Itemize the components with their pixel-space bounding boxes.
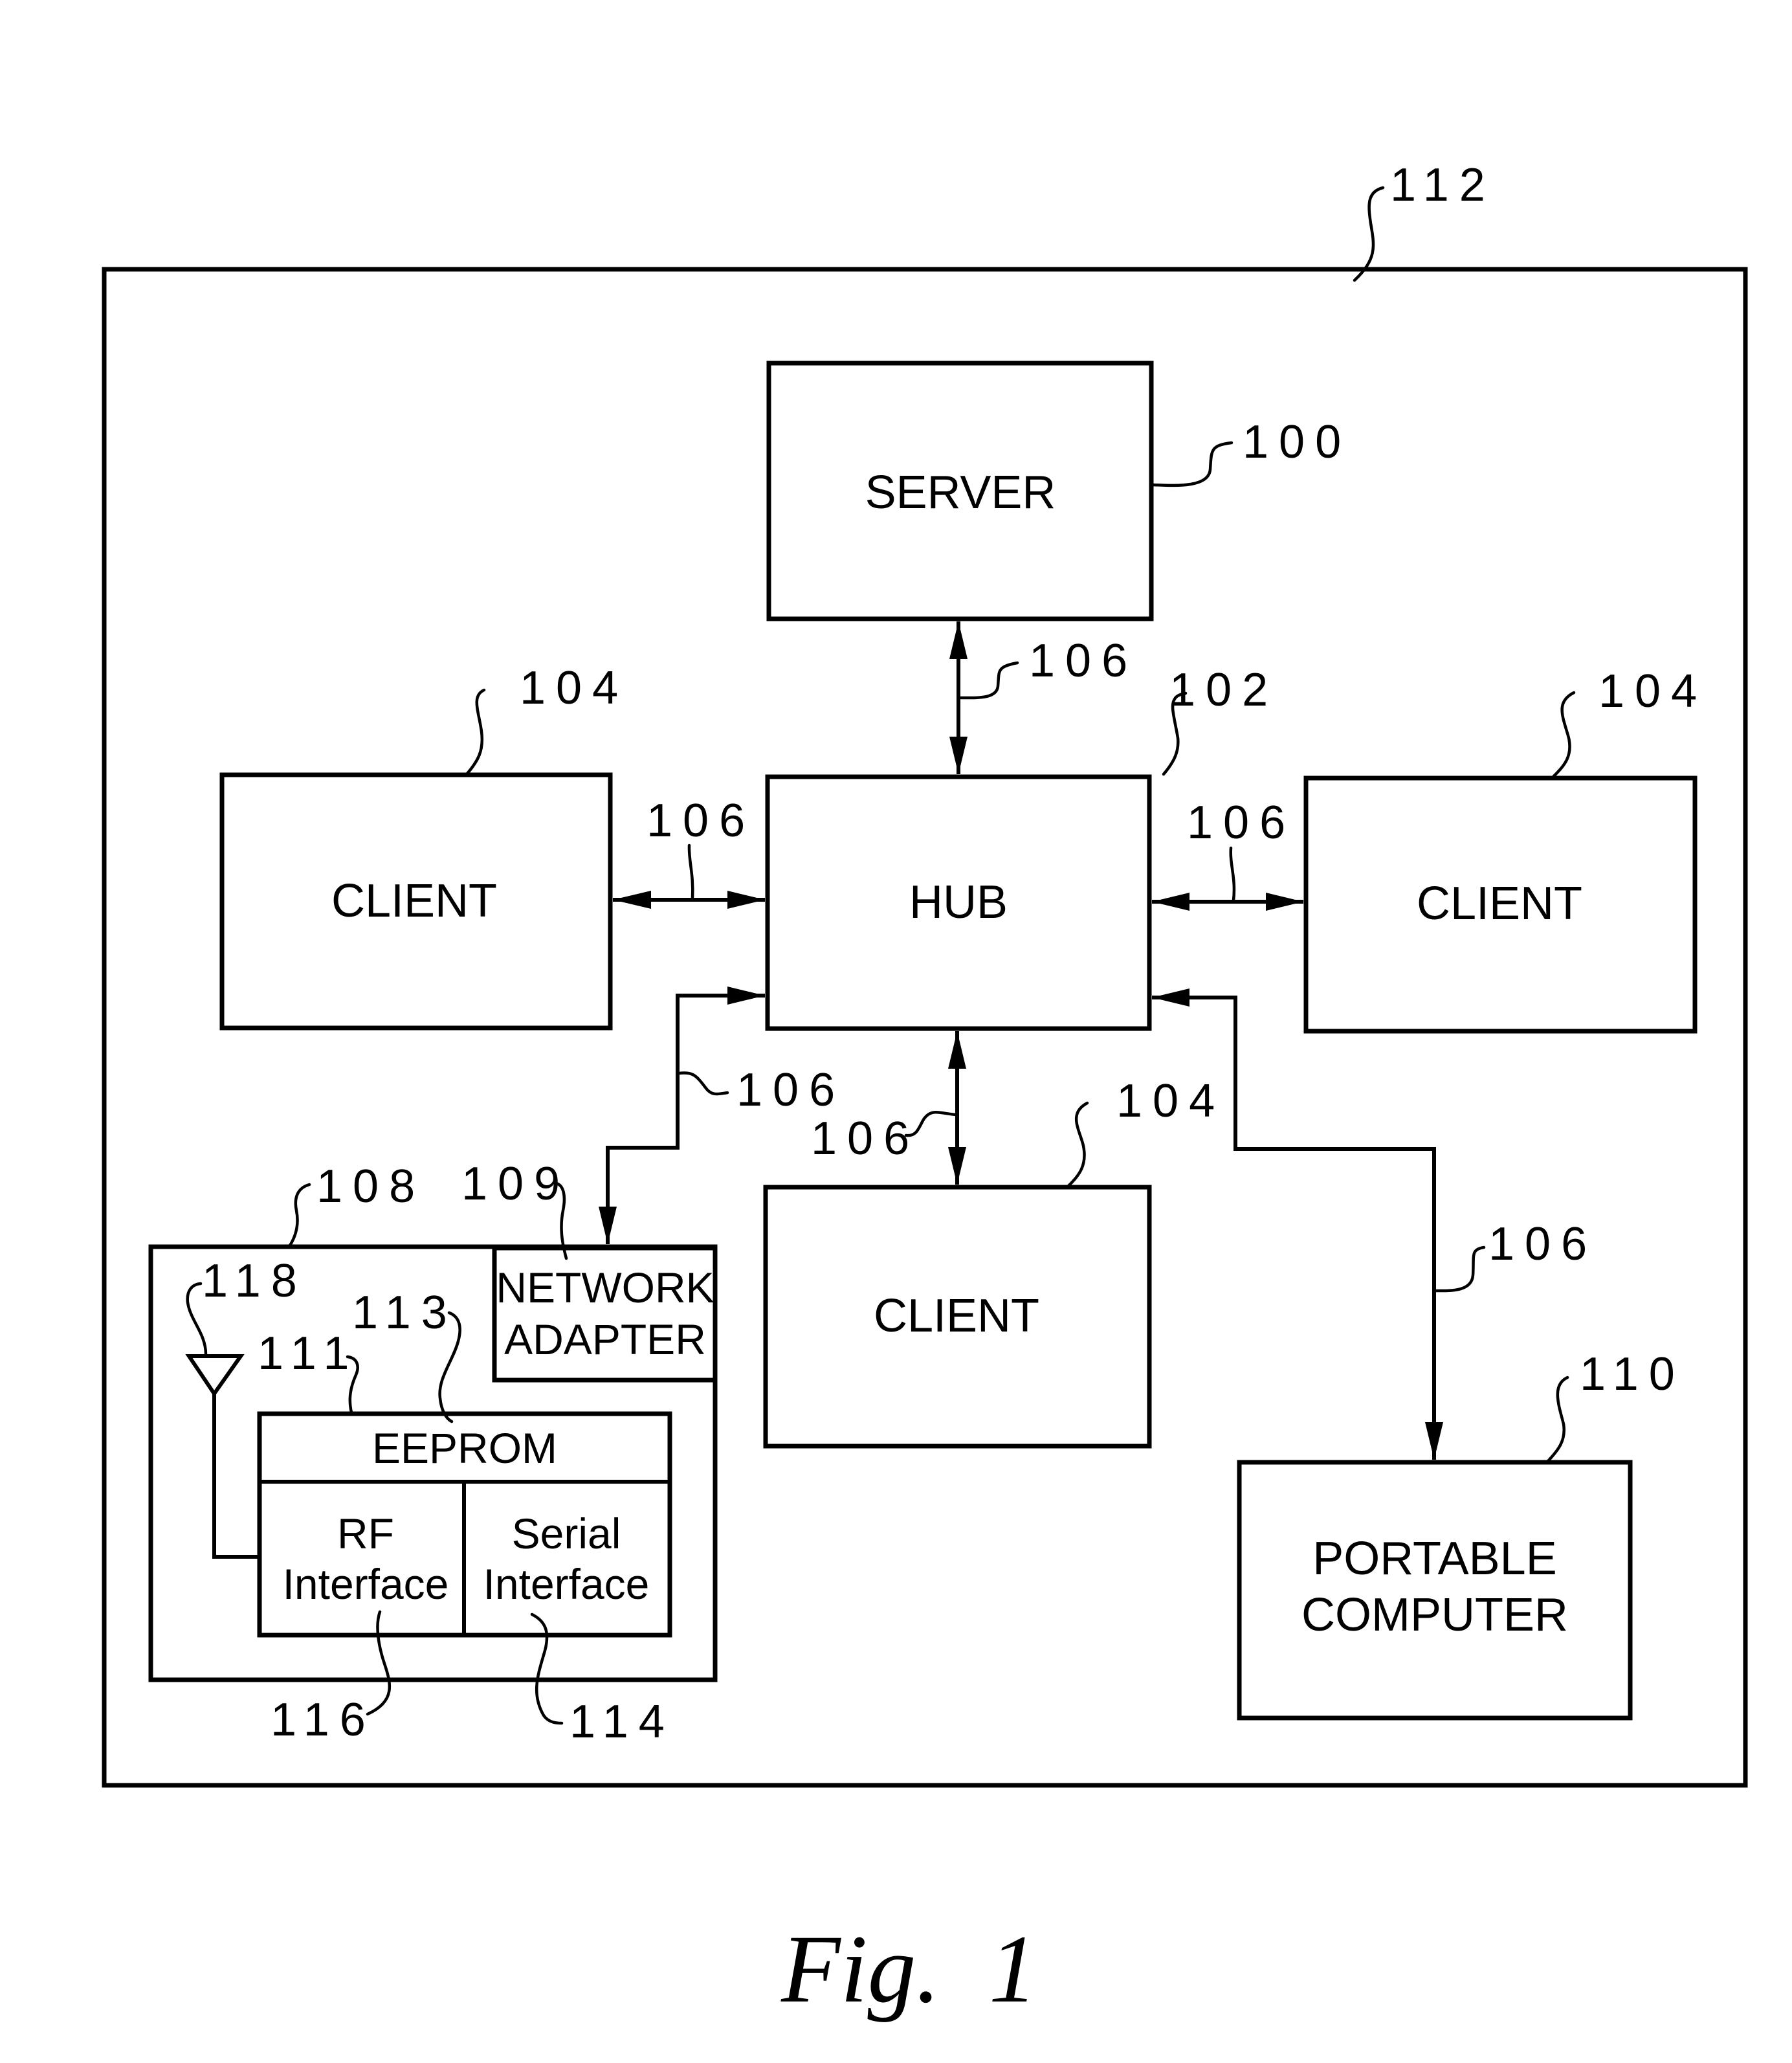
ref-114: 114 <box>570 1696 675 1748</box>
ref-110: 110 <box>1580 1348 1685 1400</box>
ref-106-server: 106 <box>1029 635 1138 687</box>
rf-interface-line1: RF <box>337 1510 394 1557</box>
ref-111: 111 <box>258 1328 359 1379</box>
serial-interface-line2: Interface <box>483 1560 650 1608</box>
network-diagram: 112 SERVER 100 HUB 102 106 CLIENT 104 10… <box>102 159 1748 2023</box>
network-adapter-line2: ADAPTER <box>504 1315 706 1363</box>
ref-116: 116 <box>271 1694 376 1746</box>
ref-113: 113 <box>352 1287 458 1339</box>
ref-109: 109 <box>461 1158 570 1210</box>
ref-106-adapter: 106 <box>736 1064 845 1116</box>
ref-100: 100 <box>1243 416 1351 468</box>
portable-label-line1: PORTABLE <box>1312 1533 1556 1585</box>
serial-interface-line1: Serial <box>512 1510 621 1557</box>
eeprom-label: EEPROM <box>372 1424 557 1472</box>
ref-102: 102 <box>1169 664 1278 716</box>
client-label-bottom: CLIENT <box>874 1290 1039 1342</box>
server-label: SERVER <box>865 467 1056 519</box>
ref-106-bottom: 106 <box>811 1113 920 1165</box>
rf-interface-line2: Interface <box>283 1560 449 1608</box>
leader-112 <box>1353 186 1385 282</box>
ref-108: 108 <box>316 1161 425 1212</box>
ref-104-left: 104 <box>520 662 628 714</box>
portable-label-line2: COMPUTER <box>1301 1589 1568 1641</box>
ref-112: 112 <box>1390 159 1496 211</box>
ref-106-right: 106 <box>1187 797 1296 849</box>
figure-caption: Fig. 1 <box>780 1915 1037 2023</box>
ref-106-portable: 106 <box>1488 1218 1597 1270</box>
ref-104-right: 104 <box>1598 665 1707 717</box>
network-adapter-line1: NETWORK <box>496 1264 714 1311</box>
client-label-right: CLIENT <box>1417 878 1582 930</box>
client-label-left: CLIENT <box>331 875 497 927</box>
ref-118: 118 <box>202 1255 307 1307</box>
ref-106-left: 106 <box>647 795 755 847</box>
hub-label: HUB <box>909 876 1008 928</box>
ref-104-bottom: 104 <box>1116 1075 1225 1127</box>
